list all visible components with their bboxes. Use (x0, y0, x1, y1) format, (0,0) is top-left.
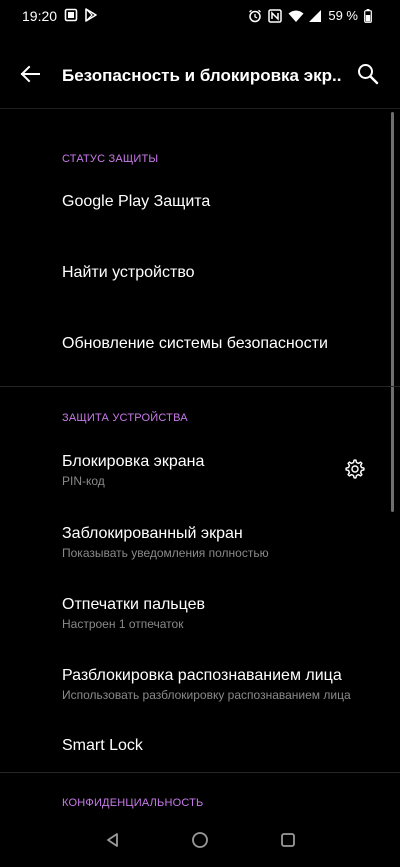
item-smart-lock[interactable]: Smart Lock (62, 736, 382, 756)
play-store-icon (84, 8, 98, 22)
nav-back-button[interactable] (100, 829, 126, 855)
nav-recents-button[interactable] (275, 829, 301, 855)
item-title: Google Play Защита (62, 193, 211, 210)
screen-lock-settings-button[interactable] (340, 456, 370, 486)
item-fingerprints[interactable]: Отпечатки пальцев Настроен 1 отпечаток (62, 595, 382, 633)
item-title: Smart Lock (62, 737, 143, 754)
screenshot-icon (64, 8, 78, 22)
gear-icon (344, 458, 366, 485)
item-title: Блокировка экрана (62, 453, 205, 470)
item-face-unlock[interactable]: Разблокировка распознаванием лица Исполь… (62, 666, 382, 704)
page-title: Безопасность и блокировка экр... (62, 66, 342, 85)
signal-icon (308, 9, 322, 23)
nav-home-button[interactable] (187, 829, 213, 855)
arrow-back-icon (19, 63, 41, 90)
wifi-icon (288, 9, 304, 23)
search-icon (356, 62, 380, 91)
divider (0, 772, 400, 773)
alarm-icon (248, 9, 262, 23)
item-security-update[interactable]: Обновление системы безопасности (62, 334, 382, 354)
section-header-device: ЗАЩИТА УСТРОЙСТВА (62, 412, 188, 424)
battery-icon (364, 8, 378, 23)
divider (0, 386, 400, 387)
battery-percent: 59 % (328, 8, 358, 23)
item-title: Найти устройство (62, 264, 195, 281)
scrollbar[interactable] (391, 112, 394, 512)
item-subtitle: Использовать разблокировку распознавание… (62, 688, 351, 702)
item-title: Заблокированный экран (62, 525, 243, 542)
back-button[interactable] (14, 60, 46, 92)
item-title: Разблокировка распознаванием лица (62, 667, 342, 684)
item-find-device[interactable]: Найти устройство (62, 263, 382, 283)
status-time: 19:20 (22, 8, 58, 24)
search-button[interactable] (352, 60, 384, 92)
item-subtitle: Настроен 1 отпечаток (62, 617, 184, 631)
navigation-bar (0, 817, 400, 867)
section-header-status: СТАТУС ЗАЩИТЫ (62, 153, 159, 165)
nav-home-icon (191, 831, 209, 854)
item-subtitle: PIN-код (62, 474, 105, 488)
status-left-icons (64, 8, 98, 22)
section-header-privacy: КОНФИДЕНЦИАЛЬНОСТЬ (62, 797, 204, 809)
item-subtitle: Показывать уведомления полностью (62, 546, 269, 560)
item-title: Обновление системы безопасности (62, 335, 328, 352)
item-screen-lock[interactable]: Блокировка экрана PIN-код (62, 452, 382, 490)
status-bar: 19:20 59 % (0, 0, 400, 32)
nav-back-icon (105, 832, 121, 853)
item-lock-screen[interactable]: Заблокированный экран Показывать уведомл… (62, 524, 382, 562)
status-right: 59 % (248, 8, 378, 23)
nav-recents-icon (280, 832, 296, 853)
nfc-icon (268, 8, 283, 23)
item-google-play-protect[interactable]: Google Play Защита (62, 192, 382, 212)
app-bar: Безопасность и блокировка экр... (0, 44, 400, 109)
item-title: Отпечатки пальцев (62, 596, 206, 613)
